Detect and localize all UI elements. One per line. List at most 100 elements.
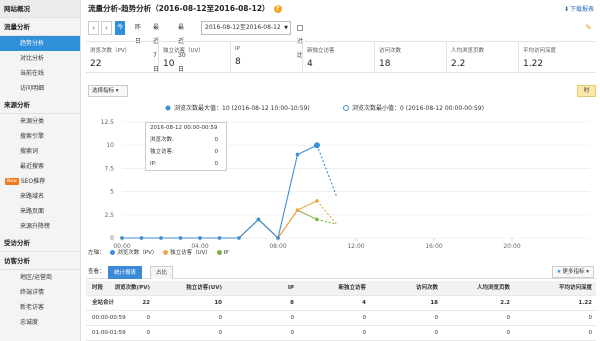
date-range-select[interactable]: 2016-08-12至2016-08-12 ▼ xyxy=(201,21,291,35)
pin-icon[interactable]: ✎ xyxy=(585,23,592,32)
page-title: 流量分析-趋势分析（2016-08-12至2016-08-12）? xyxy=(88,3,282,15)
next-date-button[interactable]: › xyxy=(101,21,112,35)
table-row: 全站合计 22 10 8 4 18 2.2 1.22 xyxy=(86,296,596,311)
sidebar-section-visited[interactable]: 受访分析 xyxy=(0,234,80,252)
metric-uv: 独立访客（UV） 10 xyxy=(158,42,230,74)
yesterday-button[interactable]: 昨日 xyxy=(133,21,143,45)
series-dashed-line-1 xyxy=(316,200,337,225)
sidebar-item-loyalty[interactable]: 忠诚度 xyxy=(0,315,80,330)
sidebar-item-compare[interactable]: 对比分析 xyxy=(0,51,80,66)
sidebar-item-terminal[interactable]: 终端详情 xyxy=(0,285,80,300)
column-header[interactable]: 访问次数 xyxy=(416,281,438,296)
legend-ip-label[interactable]: IP xyxy=(224,250,229,256)
table-cell: 0 xyxy=(434,315,439,321)
metric-label: IP xyxy=(235,46,240,52)
metric-value: 4 xyxy=(307,59,313,69)
tab-stats-report[interactable]: 统计报表 xyxy=(108,266,143,279)
sidebar-section-overview[interactable]: 网站概况 xyxy=(0,0,80,18)
y-tick-label: 2.5 xyxy=(104,212,114,219)
table-cell: 0 xyxy=(588,315,593,321)
metric-label: 平均访问深度 xyxy=(523,48,557,54)
column-header[interactable]: 独立访客(UV) xyxy=(186,281,222,296)
chart-legend: 左轴： 浏览次数（PV） 独立访客（UV） IP xyxy=(88,248,229,258)
tab-proportion[interactable]: 占比 xyxy=(150,266,174,279)
compare-toggle[interactable]: 对比 xyxy=(297,21,305,59)
sidebar-item-trend[interactable]: 趋势分析 xyxy=(0,36,80,51)
metric-pages-per-visitor: 人均浏览页数 2.2 xyxy=(446,42,518,74)
table-cell: 0 xyxy=(290,330,295,336)
legend-pv-label[interactable]: 浏览次数（PV） xyxy=(117,250,157,256)
last30-button[interactable]: 最近30日 xyxy=(176,21,188,73)
metric-pv: 浏览次数（PV） 22 xyxy=(86,42,158,74)
download-label: 下载报表 xyxy=(569,6,594,13)
prev-date-button[interactable]: ‹ xyxy=(88,21,99,35)
trend-chart: 浏览次数最大值：10 (2016-08-12 10:00-10:59) 浏览次数最… xyxy=(101,104,590,248)
column-header[interactable]: IP xyxy=(288,281,294,296)
column-header[interactable]: 人均浏览页数 xyxy=(477,281,510,296)
data-point xyxy=(237,236,241,240)
chevron-down-icon: ▼ xyxy=(284,25,288,31)
select-metric-dropdown[interactable]: 选择指标 ▾ xyxy=(88,85,128,97)
chevron-down-icon: ▾ xyxy=(115,88,119,94)
metrics-summary: 浏览次数（PV） 22 独立访客（UV） 10 IP 8 新独立访客 4 访问次… xyxy=(86,41,596,74)
help-icon[interactable]: ? xyxy=(273,5,282,13)
y-tick-label: 0 xyxy=(110,235,114,242)
more-metrics-button[interactable]: ★更多指标 ▾ xyxy=(551,266,594,278)
data-point xyxy=(295,208,300,212)
sidebar-item-new-old[interactable]: 新老访客 xyxy=(0,300,80,315)
sidebar-item-source-category[interactable]: 来源分类 xyxy=(0,114,80,129)
y-tick-label: 12.5 xyxy=(101,119,115,126)
data-point xyxy=(159,236,163,240)
view-tabs: 查看： 统计报表 占比 ★更多指标 ▾ xyxy=(86,265,596,279)
sidebar-item-source-rank[interactable]: 来源升降榜 xyxy=(0,219,80,234)
sidebar: 网站概况 流量分析 趋势分析 对比分析 当前在线 访问明细 来源分析 来源分类 … xyxy=(0,0,81,341)
column-header[interactable]: 浏览次数(PV) xyxy=(115,281,150,296)
table-cell: 00:00-00:59 xyxy=(92,315,126,321)
table-cell: 0 xyxy=(218,315,223,321)
tooltip-value: 0 xyxy=(214,137,219,143)
chevron-down-icon: ▾ xyxy=(586,269,589,275)
tooltip-value: 0 xyxy=(214,161,219,167)
data-point xyxy=(217,236,222,240)
metric-value: 18 xyxy=(379,59,391,69)
column-header[interactable]: 时段 xyxy=(92,281,103,296)
data-point xyxy=(139,236,144,240)
compare-checkbox[interactable] xyxy=(297,24,303,31)
data-point xyxy=(315,217,319,222)
sidebar-item-referrer-page[interactable]: 来路页面 xyxy=(0,204,80,219)
table-cell: 0 xyxy=(218,330,223,336)
sidebar-section-visitor[interactable]: 访客分析 xyxy=(0,252,80,270)
sidebar-item-search-word[interactable]: 搜索词 xyxy=(0,144,80,159)
tooltip-title: 2016-08-12 00:00-00:59 xyxy=(150,125,218,131)
table-cell: 0 xyxy=(146,330,151,336)
min-annotation: 浏览次数最小值：0 (2016-08-12 00:00-00:59) xyxy=(352,104,484,112)
series-line-1 xyxy=(122,200,318,239)
sidebar-item-seo[interactable]: New SEO推荐 xyxy=(0,174,80,189)
table-cell: 1.22 xyxy=(578,300,592,306)
table-cell: 4 xyxy=(362,300,366,306)
data-point xyxy=(315,199,319,203)
view-label: 查看： xyxy=(88,269,105,275)
table-cell: 0 xyxy=(362,330,367,336)
x-tick-label: 08:00 xyxy=(269,243,286,248)
last7-button[interactable]: 最近7日 xyxy=(151,21,161,73)
legend-pv-dot xyxy=(110,250,116,255)
hour-granularity-button[interactable]: 时 xyxy=(577,85,596,97)
column-header[interactable]: 平均访问深度 xyxy=(559,281,592,296)
column-header[interactable]: 新独立访客 xyxy=(338,281,366,296)
sidebar-item-search-engine[interactable]: 搜索引擎 xyxy=(0,129,80,144)
sidebar-item-recent-search[interactable]: 最近搜索 xyxy=(0,159,80,174)
y-tick-label: 5 xyxy=(110,189,114,196)
sidebar-section-traffic[interactable]: 流量分析 xyxy=(0,18,80,36)
sidebar-item-visit-detail[interactable]: 访问明细 xyxy=(0,81,80,96)
today-button[interactable]: 今日 xyxy=(115,21,126,45)
legend-uv-label[interactable]: 独立访客（UV） xyxy=(170,250,211,256)
sidebar-item-region[interactable]: 地区/运营商 xyxy=(0,270,80,285)
sidebar-item-online[interactable]: 当前在线 xyxy=(0,66,80,81)
x-tick-label: 12:00 xyxy=(347,243,364,248)
legend-uv-dot xyxy=(163,250,169,255)
metric-label: 人均浏览页数 xyxy=(451,48,485,54)
download-report-link[interactable]: ⬇下载报表 xyxy=(564,4,594,13)
sidebar-section-source[interactable]: 来源分析 xyxy=(0,96,80,114)
sidebar-item-referrer-domain[interactable]: 来路域名 xyxy=(0,189,80,204)
